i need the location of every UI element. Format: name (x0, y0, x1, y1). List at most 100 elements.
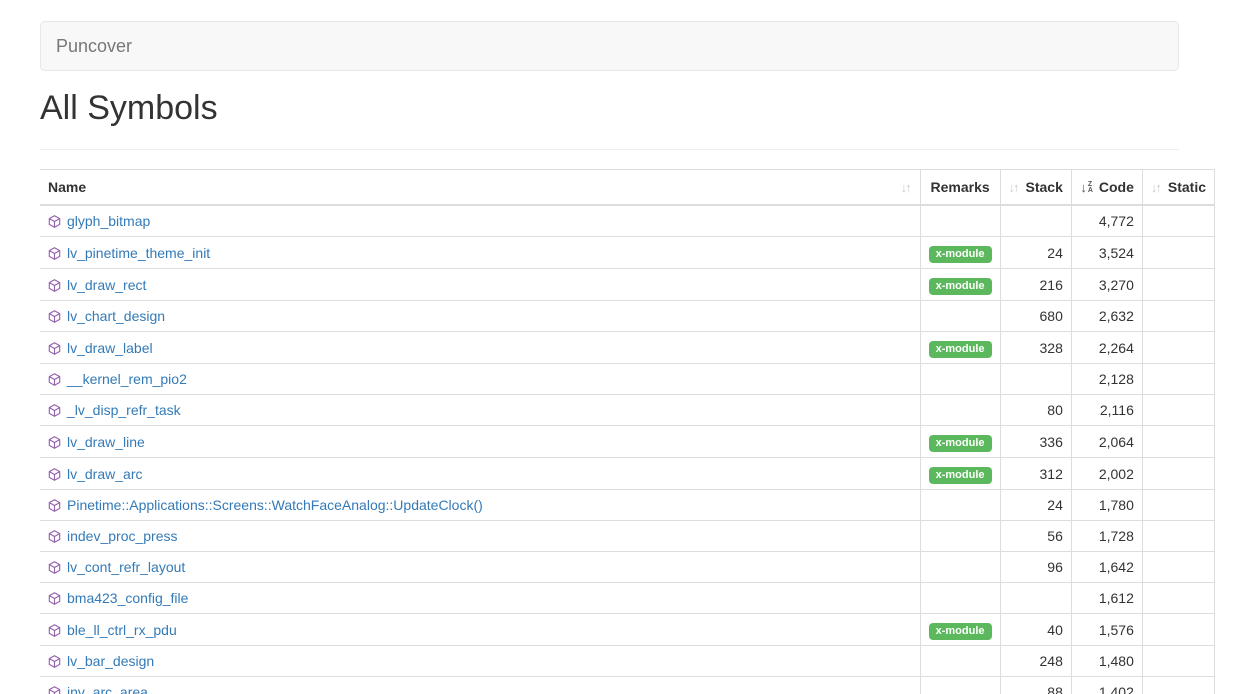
navbar: Puncover (40, 21, 1179, 71)
remarks-cell (920, 521, 1000, 552)
stack-value-cell: 88 (1000, 677, 1071, 694)
page-header: All Symbols (40, 91, 1179, 150)
cube-icon (48, 342, 61, 355)
stack-value-cell: 24 (1000, 490, 1071, 521)
symbols-table: Name↓↑ Remarks ↓↑Stack ↓ZA Code ↓↑ Static glyp… (40, 169, 1215, 694)
code-value-cell: 2,064 (1071, 426, 1142, 458)
symbol-link[interactable]: ble_ll_ctrl_rx_pdu (67, 622, 177, 638)
navbar-brand[interactable]: Puncover (41, 21, 147, 71)
stack-value-cell: 24 (1000, 237, 1071, 269)
stack-value-cell: 248 (1000, 646, 1071, 677)
stack-value-cell: 40 (1000, 614, 1071, 646)
symbol-link[interactable]: inv_arc_area (67, 684, 148, 694)
symbol-name-cell: indev_proc_press (40, 521, 920, 552)
column-header-stack[interactable]: ↓↑Stack (1000, 170, 1071, 206)
remarks-cell: x-module (920, 269, 1000, 301)
stack-value-cell: 80 (1000, 395, 1071, 426)
sort-unsorted-icon: ↓↑ (1151, 180, 1162, 195)
x-module-badge: x-module (929, 341, 992, 358)
symbol-link[interactable]: lv_chart_design (67, 308, 165, 324)
symbol-link[interactable]: lv_draw_rect (67, 277, 146, 293)
symbol-name-cell: __kernel_rem_pio2 (40, 364, 920, 395)
symbol-name-cell: Pinetime::Applications::Screens::WatchFa… (40, 490, 920, 521)
table-row: lv_draw_linex-module3362,064 (40, 426, 1215, 458)
static-value-cell (1142, 458, 1214, 490)
static-value-cell (1142, 364, 1214, 395)
cube-icon (48, 561, 61, 574)
table-row: glyph_bitmap4,772 (40, 205, 1215, 237)
remarks-cell (920, 364, 1000, 395)
static-value-cell (1142, 490, 1214, 521)
symbol-name-cell: lv_cont_refr_layout (40, 552, 920, 583)
symbol-link[interactable]: Pinetime::Applications::Screens::WatchFa… (67, 497, 483, 513)
symbol-link[interactable]: lv_draw_arc (67, 466, 142, 482)
stack-value-cell (1000, 583, 1071, 614)
code-value-cell: 1,480 (1071, 646, 1142, 677)
symbol-link[interactable]: lv_pinetime_theme_init (67, 245, 210, 261)
x-module-badge: x-module (929, 246, 992, 263)
symbol-link[interactable]: bma423_config_file (67, 590, 188, 606)
remarks-cell: x-module (920, 237, 1000, 269)
symbol-name-cell: ble_ll_ctrl_rx_pdu (40, 614, 920, 646)
cube-icon (48, 310, 61, 323)
static-value-cell (1142, 426, 1214, 458)
sort-unsorted-icon: ↓↑ (901, 180, 912, 195)
symbol-link[interactable]: _lv_disp_refr_task (67, 402, 181, 418)
code-value-cell: 1,728 (1071, 521, 1142, 552)
symbol-link[interactable]: lv_bar_design (67, 653, 154, 669)
symbol-name-cell: _lv_disp_refr_task (40, 395, 920, 426)
stack-value-cell: 56 (1000, 521, 1071, 552)
remarks-cell (920, 583, 1000, 614)
table-row: _lv_disp_refr_task 802,116 (40, 395, 1215, 426)
remarks-cell: x-module (920, 426, 1000, 458)
table-row: lv_draw_rectx-module2163,270 (40, 269, 1215, 301)
column-header-code[interactable]: ↓ZA Code (1071, 170, 1142, 206)
code-value-cell: 2,116 (1071, 395, 1142, 426)
symbol-link[interactable]: lv_draw_label (67, 340, 153, 356)
table-row: lv_chart_design6802,632 (40, 301, 1215, 332)
cube-icon (48, 215, 61, 228)
symbol-link[interactable]: lv_draw_line (67, 434, 145, 450)
column-label: Remarks (930, 177, 989, 197)
cube-icon (48, 686, 61, 694)
symbol-name-cell: lv_draw_line (40, 426, 920, 458)
stack-value-cell (1000, 364, 1071, 395)
remarks-cell (920, 205, 1000, 237)
cube-icon (48, 499, 61, 512)
symbol-link[interactable]: glyph_bitmap (67, 213, 150, 229)
x-module-badge: x-module (929, 435, 992, 452)
sort-desc-icon: ↓ZA (1080, 180, 1093, 195)
x-module-badge: x-module (929, 467, 992, 484)
column-header-static[interactable]: ↓↑ Static (1142, 170, 1214, 206)
static-value-cell (1142, 205, 1214, 237)
column-header-name[interactable]: Name↓↑ (40, 170, 920, 206)
table-row: inv_arc_area 881,402 (40, 677, 1215, 694)
code-value-cell: 1,576 (1071, 614, 1142, 646)
cube-icon (48, 592, 61, 605)
stack-value-cell: 216 (1000, 269, 1071, 301)
table-header-row: Name↓↑ Remarks ↓↑Stack ↓ZA Code ↓↑ Static (40, 170, 1215, 206)
stack-value-cell (1000, 205, 1071, 237)
symbol-link[interactable]: __kernel_rem_pio2 (67, 371, 187, 387)
code-value-cell: 3,524 (1071, 237, 1142, 269)
symbols-table-body: glyph_bitmap4,772lv_pinetime_theme_initx… (40, 205, 1215, 694)
remarks-cell (920, 490, 1000, 521)
table-row: lv_draw_labelx-module3282,264 (40, 332, 1215, 364)
table-row: lv_cont_refr_layout961,642 (40, 552, 1215, 583)
remarks-cell (920, 301, 1000, 332)
remarks-cell (920, 646, 1000, 677)
column-label: Static (1168, 177, 1206, 197)
sort-unsorted-icon: ↓↑ (1009, 180, 1020, 195)
code-value-cell: 1,642 (1071, 552, 1142, 583)
code-value-cell: 1,780 (1071, 490, 1142, 521)
symbol-link[interactable]: lv_cont_refr_layout (67, 559, 185, 575)
symbol-link[interactable]: indev_proc_press (67, 528, 178, 544)
code-value-cell: 2,264 (1071, 332, 1142, 364)
column-label: Code (1099, 177, 1134, 197)
table-row: ble_ll_ctrl_rx_pdux-module401,576 (40, 614, 1215, 646)
table-row: bma423_config_file1,612 (40, 583, 1215, 614)
static-value-cell (1142, 269, 1214, 301)
static-value-cell (1142, 332, 1214, 364)
code-value-cell: 1,402 (1071, 677, 1142, 694)
symbol-name-cell: lv_pinetime_theme_init (40, 237, 920, 269)
